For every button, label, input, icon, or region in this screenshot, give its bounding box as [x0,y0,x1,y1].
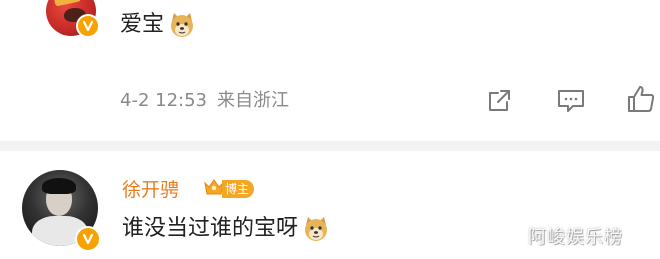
comment-time: 4-2 12:53 [120,90,207,111]
blogger-badge-label: 博主 [222,180,255,198]
blogger-badge: 博主 [203,178,255,200]
username[interactable]: 徐开骋 [122,177,179,203]
comment-body: 爱宝 [120,12,165,37]
watermark: 阿峻娱乐榜 [528,227,623,248]
section-divider [0,141,660,151]
doge-icon [168,11,196,39]
comment-location: 来自浙江 [217,90,289,111]
comment-icon[interactable] [554,84,588,118]
comment-text: 爱宝 [120,10,196,40]
doge-icon [302,215,330,243]
share-icon[interactable] [482,84,516,118]
verified-badge-icon [76,14,100,38]
comment-meta: 4-2 12:53 来自浙江 [120,88,289,114]
reply-text: 谁没当过谁的宝呀 [122,214,330,244]
reply-body: 谁没当过谁的宝呀 [122,216,299,241]
verified-badge-icon [75,226,101,252]
like-icon[interactable] [624,82,658,116]
